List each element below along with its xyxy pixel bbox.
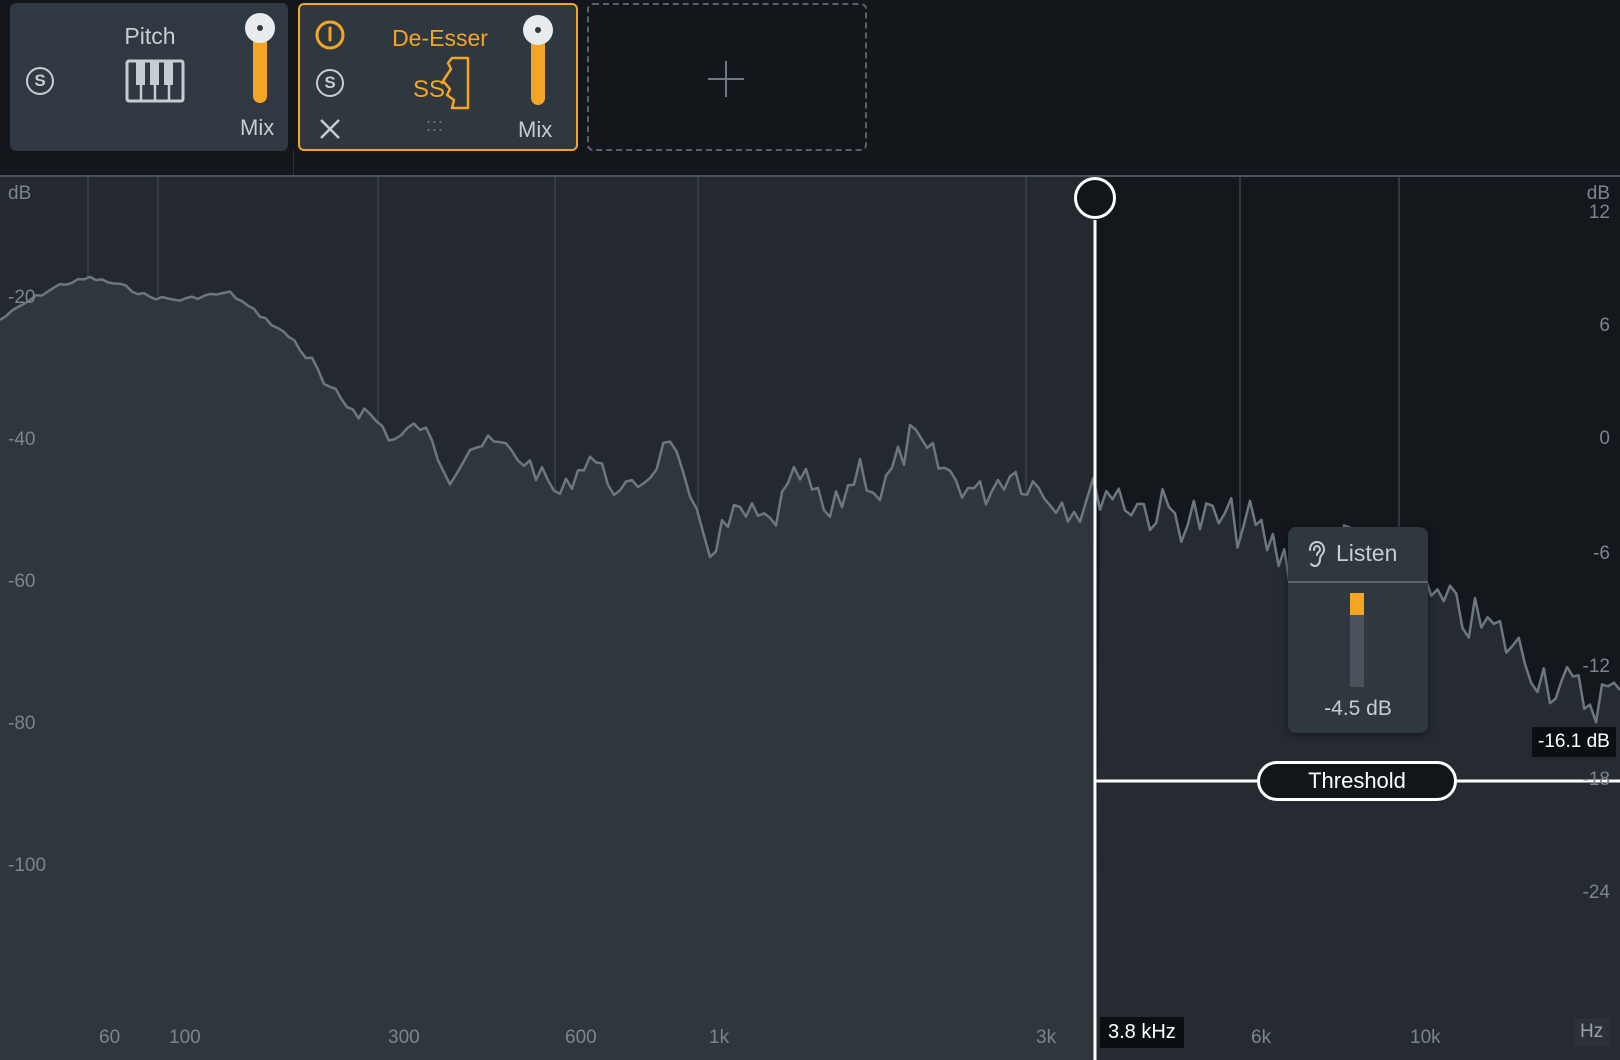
deesser-solo-button[interactable]: S — [316, 69, 344, 97]
left-axis-tick: -80 — [8, 713, 36, 734]
gain-reduction-value: -4.5 dB — [1324, 697, 1392, 720]
listen-label: Listen — [1336, 540, 1398, 566]
left-axis-tick: -20 — [8, 287, 36, 308]
freq-tick: 600 — [565, 1027, 597, 1048]
svg-text:SS: SS — [413, 76, 445, 103]
plus-icon[interactable] — [706, 59, 746, 99]
module-strip: S Pitch Mix S De-Esser SS::: Mix — [0, 0, 1620, 175]
freq-tick: 3k — [1036, 1027, 1057, 1048]
spectrum-display[interactable]: dB -20 -40 -60 -80 -100 dB 12 6 0 -6 -12… — [0, 175, 1620, 1060]
left-axis-tick: -100 — [8, 855, 47, 876]
drag-handle[interactable]: ::: — [426, 115, 444, 136]
right-axis-tick: -18 — [1582, 769, 1610, 790]
gain-reduction-meter-fill — [1350, 593, 1364, 615]
freq-tick: 100 — [169, 1027, 201, 1048]
listen-panel: Listen -4.5 dB — [1288, 527, 1428, 733]
left-axis-tick: -60 — [8, 571, 36, 592]
threshold-readout: -16.1 dB — [1532, 727, 1616, 757]
deesser-icon: SS — [413, 56, 470, 110]
crossover-frequency-readout: 3.8 kHz — [1100, 1017, 1184, 1048]
right-axis-tick: -12 — [1582, 656, 1610, 677]
close-icon[interactable] — [319, 118, 341, 140]
right-axis-tick: 12 — [1588, 202, 1610, 223]
deesser-title: De-Esser — [392, 25, 488, 51]
freq-tick: 10k — [1410, 1027, 1441, 1048]
pitch-title: Pitch — [124, 23, 176, 49]
threshold-handle[interactable]: Threshold — [1257, 761, 1457, 801]
freq-tick: 300 — [388, 1027, 420, 1048]
pitch-mix-slider-knob[interactable] — [245, 13, 275, 43]
pitch-module[interactable]: S Pitch Mix — [10, 3, 288, 151]
left-axis-tick: -40 — [8, 429, 36, 450]
freq-unit-label: Hz — [1574, 1018, 1610, 1046]
right-axis-tick: 0 — [1599, 428, 1610, 449]
listen-button[interactable]: Listen — [1288, 527, 1428, 579]
ear-icon — [1309, 540, 1326, 568]
pitch-mix-label: Mix — [240, 115, 275, 140]
crossover-handle[interactable] — [1074, 177, 1116, 219]
deesser-module[interactable]: S De-Esser SS ::: Mix — [298, 3, 578, 151]
spectrum-fill-fullband — [0, 276, 1095, 1060]
right-axis-tick: -24 — [1582, 882, 1610, 903]
power-icon[interactable] — [314, 19, 346, 51]
listen-divider — [1288, 581, 1428, 583]
piano-icon — [125, 59, 185, 103]
right-axis-tick: -6 — [1593, 543, 1610, 564]
pitch-solo-button[interactable]: S — [26, 67, 54, 95]
strip-divider — [293, 150, 294, 175]
freq-tick: 6k — [1251, 1027, 1272, 1048]
right-axis-tick: 6 — [1599, 315, 1610, 336]
freq-tick: 1k — [709, 1027, 730, 1048]
left-axis-unit: dB — [8, 183, 32, 204]
deesser-mix-label: Mix — [518, 117, 553, 142]
gain-reduction-meter — [1350, 593, 1364, 687]
add-module-slot[interactable] — [587, 3, 867, 151]
deesser-mix-slider-knob[interactable] — [523, 15, 553, 45]
freq-tick: 60 — [99, 1027, 121, 1048]
